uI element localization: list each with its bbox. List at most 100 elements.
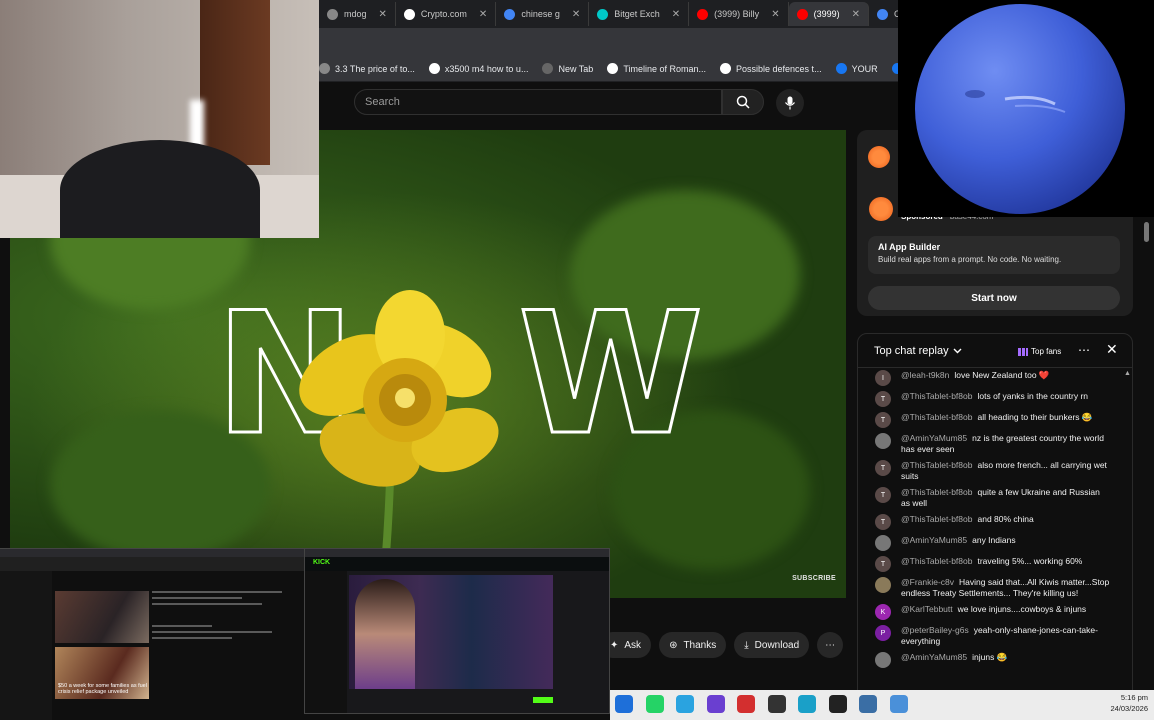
advertiser-logo-icon [868,146,890,168]
microphone-icon [785,96,795,110]
chat-author[interactable]: @AminYaMum85 [901,433,967,443]
clock-time: 5:16 pm [1120,693,1148,702]
ad-start-now-button[interactable]: Start now [868,286,1120,310]
chat-author[interactable]: @peterBailey-g6s [901,625,969,635]
kick-header [305,557,609,571]
chat-text: we love injuns....cowboys & injuns [957,604,1087,614]
chat-message: T @ThisTablet-bf8ob lots of yanks in the c… [858,389,1120,410]
avatar[interactable] [875,577,891,593]
bookmark-item[interactable]: Possible defences t... [720,63,822,74]
chat-author[interactable]: @AminYaMum85 [901,535,967,545]
mini-tab-bar [305,549,609,557]
gamepad-icon[interactable] [767,695,786,713]
avatar[interactable]: T [875,487,891,503]
avatar[interactable]: T [875,556,891,572]
store-icon[interactable] [615,695,633,713]
puzzle-icon[interactable] [889,695,908,713]
chat-author[interactable]: @ThisTablet-bf8ob [901,391,972,401]
chat-message: I @leah-t9k8n love New Zealand too ❤️ [858,368,1120,389]
app-purple-icon[interactable] [706,695,725,713]
download-button[interactable]: ⤓ Download [734,632,810,658]
thanks-button[interactable]: ⊛ Thanks [659,632,727,658]
avatar[interactable]: I [875,370,891,386]
settings-icon[interactable] [859,695,877,713]
close-tab-icon[interactable]: ✕ [379,9,387,20]
search-input[interactable]: Search [354,89,722,115]
close-icon[interactable]: ✕ [1106,341,1118,358]
subscribe-watermark[interactable]: SUBSCRIBE [792,575,836,582]
google-icon [876,8,888,20]
address-bar-area [319,28,899,56]
chat-author[interactable]: @ThisTablet-bf8ob [901,460,972,470]
chat-text: injuns 😂 [972,652,1008,662]
mini-video-caption: $50 a week for some families as fuel cri… [58,683,147,695]
telegram-icon[interactable] [676,695,694,713]
scrollbar-thumb[interactable] [1144,222,1149,242]
top-fans-label: Top fans [1031,347,1062,356]
chat-message: T @ThisTablet-bf8ob traveling 5%... workin… [858,554,1120,575]
more-actions-button[interactable]: ⋯ [817,632,844,658]
chat-author[interactable]: @ThisTablet-bf8ob [901,514,972,524]
chat-author[interactable]: @ThisTablet-bf8ob [901,412,972,422]
more-options-icon[interactable]: ⋯ [1078,343,1090,357]
bookmark-item[interactable]: Timeline of Roman... [607,63,706,74]
browser-tab[interactable]: Bitget Exch ✕ [589,2,690,26]
top-fans-button[interactable]: Top fans [1018,344,1061,359]
voice-search-button[interactable] [776,89,804,117]
avatar[interactable]: T [875,391,891,407]
system-clock[interactable]: 5:16 pm 24/03/2026 [1090,692,1148,714]
webcam-door [200,0,270,165]
avatar[interactable] [875,535,891,551]
chat-author[interactable]: @KarlTebbutt [901,604,953,614]
chat-mode-dropdown[interactable]: Top chat replay [874,345,962,357]
webcam-overlay [0,0,319,238]
chat-author[interactable]: @AminYaMum85 [901,652,967,662]
avatar[interactable]: T [875,460,891,476]
bookmark-item[interactable]: x3500 m4 how to u... [428,63,528,74]
lightning-icon[interactable] [737,695,755,713]
browser-tab-strip: mdog ✕ Crypto.com ✕ chinese g ✕ Bitget Exch ✕ (3… [319,0,899,28]
chat-author[interactable]: @leah-t9k8n [901,370,949,380]
github-icon [403,8,415,20]
bookmark-item[interactable]: 3.3 The price of to... [319,63,415,74]
close-tab-icon[interactable]: ✕ [771,9,779,20]
bookmark-label: New Tab [558,63,594,74]
chat-author[interactable]: @ThisTablet-bf8ob [901,487,972,497]
planet-image [915,4,1125,214]
close-tab-icon[interactable]: ✕ [672,9,680,20]
download-icon: ⤓ [744,639,749,651]
chat-author[interactable]: @Frankie-c8v [901,577,954,587]
avatar[interactable]: T [875,514,891,530]
scroll-up-arrow-icon[interactable]: ▲ [1124,370,1131,377]
avatar[interactable]: P [875,625,891,641]
browser-tab[interactable]: chinese g ✕ [496,2,590,26]
browser-tab[interactable]: mdog ✕ [319,2,396,26]
bookmark-item[interactable]: New Tab [542,63,593,74]
avatar[interactable] [875,433,891,449]
close-tab-icon[interactable]: ✕ [852,9,860,20]
kick-button [533,697,553,703]
bookmark-item[interactable]: YOUR [835,63,878,74]
chat-author[interactable]: @ThisTablet-bf8ob [901,556,972,566]
browser-tab[interactable]: (3999) Billy ✕ [689,2,789,26]
avatar[interactable]: K [875,604,891,620]
tab-label: (3999) [813,9,840,19]
advertiser-logo-icon[interactable] [869,197,893,221]
browser-tab[interactable]: (3999) ✕ [788,2,869,26]
shield-app-icon[interactable] [828,695,847,713]
tab-label: Crypto.com [420,9,467,19]
whatsapp-icon[interactable] [645,695,664,713]
doc-icon [319,63,330,74]
browser-tab[interactable]: Crypto.com ✕ [396,2,497,26]
close-tab-icon[interactable]: ✕ [572,9,580,20]
edge-icon[interactable] [798,695,816,713]
more-icon: ⋯ [825,639,836,651]
close-tab-icon[interactable]: ✕ [479,9,487,20]
avatar[interactable]: T [875,412,891,428]
action-label: Download [754,639,800,651]
browser-tab[interactable]: Chinese x5✕ [869,2,899,26]
ad-content-box[interactable]: AI App Builder Build real apps from a pr… [868,236,1120,274]
page-scrollbar[interactable] [1144,218,1150,678]
avatar[interactable] [875,652,891,668]
search-button[interactable] [722,89,764,115]
